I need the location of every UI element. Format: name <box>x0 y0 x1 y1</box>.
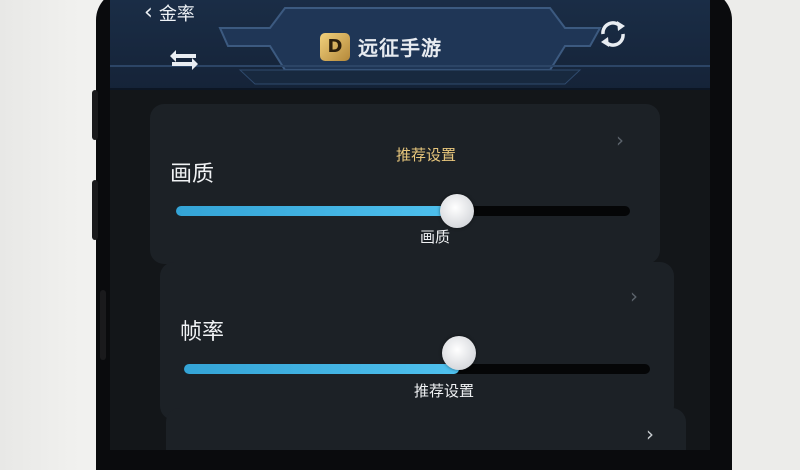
framerate-slider-track[interactable] <box>184 364 650 374</box>
game-logo-icon: D <box>320 32 350 61</box>
quality-slider-label: 画质 <box>420 228 451 246</box>
chevron-left-icon: ‹ <box>144 0 153 25</box>
next-settings-card[interactable]: › <box>166 408 686 450</box>
header-bar: ‹ 金率 D 远征手游 <box>110 0 710 90</box>
brand-title-text: 远征手游 <box>358 36 442 60</box>
quality-settings-card[interactable]: 画质 推荐设置 › 画质 <box>150 104 660 264</box>
quality-recommended-label: 推荐设置 <box>396 146 457 164</box>
back-label: 金率 <box>158 4 195 25</box>
phone-side-button <box>92 90 98 140</box>
framerate-slider-thumb[interactable] <box>442 336 476 370</box>
chevron-right-icon[interactable]: › <box>630 284 638 308</box>
framerate-slider-fill <box>184 364 459 374</box>
quality-slider-thumb[interactable] <box>440 194 474 228</box>
framerate-settings-card[interactable]: 帧率 › 推荐设置 <box>160 262 674 420</box>
brand-title: D 远征手游 <box>320 32 442 61</box>
quality-card-title: 画质 <box>170 162 215 187</box>
quality-slider-fill <box>176 206 457 216</box>
quality-slider-track[interactable] <box>176 206 630 216</box>
phone-side-button <box>100 290 106 360</box>
chevron-right-icon[interactable]: › <box>616 128 624 152</box>
phone-side-button <box>92 180 98 240</box>
framerate-slider-label: 推荐设置 <box>414 382 475 400</box>
swap-arrows-icon[interactable] <box>166 48 202 72</box>
chevron-right-icon[interactable]: › <box>646 422 654 446</box>
game-settings-screen: ‹ 金率 D 远征手游 画质 推荐设置 › 画质 帧率 › 推荐设置 › <box>110 0 710 450</box>
back-button[interactable]: ‹ 金率 <box>144 0 195 26</box>
refresh-icon[interactable] <box>595 16 631 52</box>
framerate-card-title: 帧率 <box>180 320 225 345</box>
